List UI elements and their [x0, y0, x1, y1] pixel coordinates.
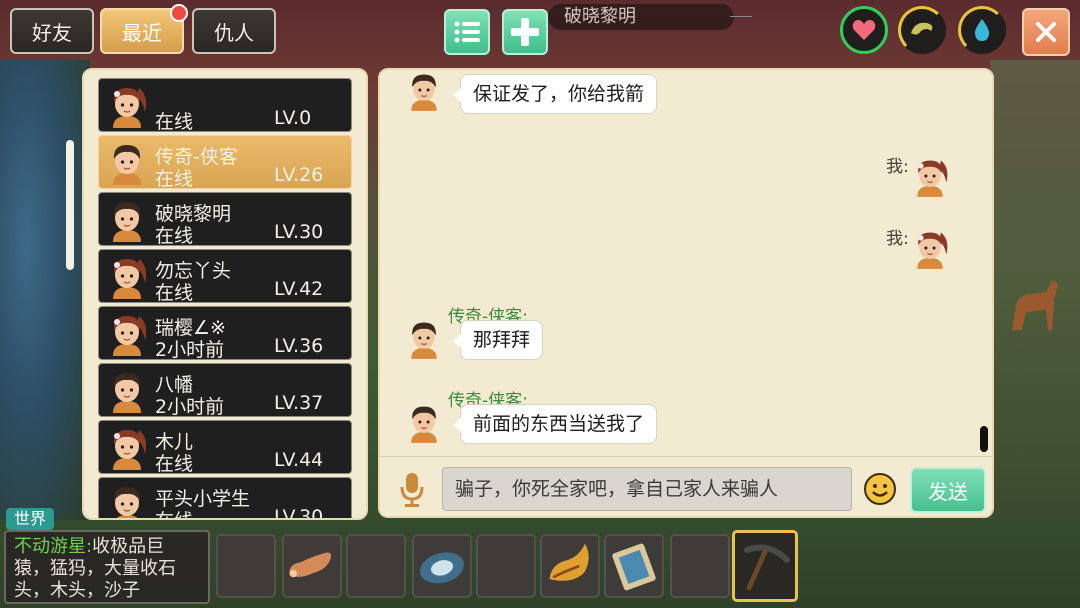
hotbar-slot[interactable] — [732, 530, 798, 602]
friend-level: LV.37 — [274, 392, 324, 414]
friend-status: 2小时前 — [155, 396, 225, 418]
avatar — [404, 70, 444, 112]
horse-icon — [1012, 280, 1058, 330]
friend-row[interactable]: 木儿 在线 LV.44 — [98, 420, 352, 475]
friend-status: 在线 — [155, 168, 194, 190]
friend-list: 在线 LV.0 传奇-侠客 在线 LV.26 破晓黎明 在线 LV.30 勿忘丫头 在线 LV.42… — [82, 68, 368, 520]
friend-row[interactable]: 在线 LV.0 — [98, 78, 352, 133]
hotbar-slot[interactable] — [412, 534, 472, 598]
avatar — [105, 139, 149, 185]
current-chat-name: 破晓黎明 — [548, 4, 734, 30]
hotbar-slot[interactable] — [476, 534, 536, 598]
friend-status: 在线 — [155, 225, 194, 247]
friend-status: 2小时前 — [155, 339, 225, 361]
emoji-button[interactable] — [864, 473, 896, 505]
tab-enemies[interactable]: 仇人 — [192, 8, 276, 54]
smiley-icon — [872, 484, 888, 497]
food-icon — [911, 22, 933, 35]
avatar — [404, 400, 444, 444]
friend-row[interactable]: 八幡 2小时前 LV.37 — [98, 363, 352, 418]
list-scrollbar[interactable] — [66, 140, 74, 270]
scenery-field — [990, 60, 1080, 520]
chat-input-bar: 骗子，你死全家吧，拿自己家人来骗人 发送 — [380, 456, 992, 516]
friend-row[interactable]: 平头小学生在线LV.30 — [98, 477, 352, 520]
chat-scrollbar[interactable] — [980, 426, 988, 452]
friend-level: LV.44 — [274, 449, 324, 471]
friend-level: LV.26 — [274, 164, 324, 186]
tab-recent[interactable]: 最近 — [100, 4, 188, 54]
blue-shield-icon — [420, 552, 464, 584]
friend-level: LV.42 — [274, 278, 324, 300]
add-friend-button[interactable] — [502, 9, 548, 55]
close-button[interactable] — [1022, 8, 1070, 56]
friend-status: 在线 — [155, 453, 194, 475]
world-chat-tag[interactable]: 世界 — [6, 508, 54, 530]
raw-meat-icon — [289, 552, 332, 578]
avatar — [105, 424, 149, 470]
chat-input[interactable]: 骗子，你死全家吧，拿自己家人来骗人 — [442, 467, 852, 511]
friend-row[interactable]: 勿忘丫头 在线 LV.42 — [98, 249, 352, 304]
hotbar-slot[interactable] — [346, 534, 406, 598]
microphone-icon[interactable] — [400, 471, 424, 509]
world-chat-message[interactable]: 不动游星:收极品巨猿，猛犸，大量收石头，木头，沙子 — [4, 530, 210, 604]
avatar — [910, 154, 950, 198]
avatar — [105, 367, 149, 413]
message-sender: 我: — [886, 157, 909, 177]
divider — [730, 16, 752, 17]
hotbar-slot[interactable] — [540, 534, 600, 598]
list-button[interactable] — [444, 9, 490, 55]
avatar — [105, 196, 149, 242]
friend-status: 在线 — [155, 111, 194, 133]
message-sender: 我: — [886, 229, 909, 249]
heart-icon — [852, 20, 876, 40]
list-icon — [454, 21, 480, 43]
friend-row[interactable]: 瑞樱∠※ 2小时前 LV.36 — [98, 306, 352, 361]
avatar — [404, 316, 444, 360]
plus-icon — [511, 18, 539, 46]
hotbar-slot[interactable] — [604, 534, 664, 598]
water-drop-icon — [974, 19, 990, 41]
friend-level: LV.30 — [274, 506, 324, 520]
avatar — [105, 310, 149, 356]
tab-friends[interactable]: 好友 — [10, 8, 94, 54]
message-bubble[interactable]: 前面的东西当送我了 — [452, 404, 658, 444]
close-icon — [1036, 22, 1056, 42]
blueprint-scroll-icon — [612, 543, 656, 591]
avatar — [105, 82, 149, 128]
avatar — [105, 253, 149, 299]
friend-level: LV.30 — [274, 221, 324, 243]
friend-row[interactable]: 传奇-侠客 在线 LV.26 — [98, 135, 352, 190]
scenery-lake — [0, 60, 90, 520]
hotbar-slot[interactable] — [216, 534, 276, 598]
notification-dot — [170, 4, 188, 22]
hotbar-slot[interactable] — [282, 534, 342, 598]
friend-status: 在线 — [155, 506, 193, 518]
avatar — [105, 481, 149, 518]
send-button[interactable]: 发送 — [910, 467, 986, 513]
friend-level: LV.36 — [274, 335, 324, 357]
world-chat-sender: 不动游星: — [14, 536, 93, 557]
hotbar-slot[interactable] — [670, 534, 730, 598]
message-bubble[interactable]: 那拜拜 — [452, 320, 544, 360]
message-bubble[interactable]: 保证发了，你给我箭 — [452, 74, 658, 114]
friend-status: 在线 — [155, 282, 194, 304]
water-gauge — [958, 6, 1006, 54]
hunger-gauge — [898, 6, 946, 54]
friend-row[interactable]: 破晓黎明 在线 LV.30 — [98, 192, 352, 247]
horn-icon — [549, 543, 589, 581]
friend-level: LV.0 — [274, 107, 312, 129]
avatar — [910, 226, 950, 270]
top-bar: 好友 最近 仇人 破晓黎明 — [0, 0, 1080, 62]
pickaxe-icon — [744, 544, 790, 591]
chat-panel: 保证发了，你给我箭我:你先发一半我:你先发一半传奇-侠客:那拜拜传奇-侠客:前面… — [378, 68, 994, 518]
health-gauge — [840, 6, 888, 54]
